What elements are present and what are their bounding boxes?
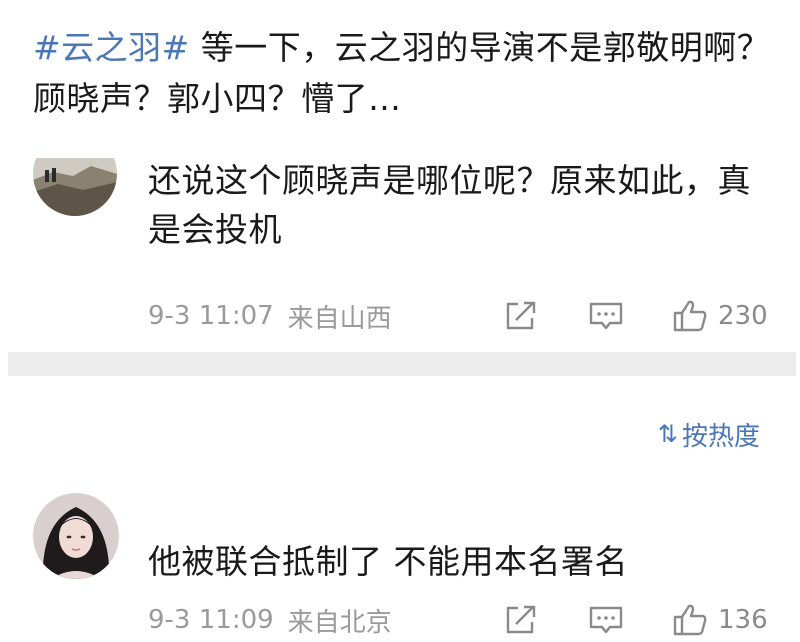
comment-icon xyxy=(589,302,623,330)
comment-time: 9-3 11:07 xyxy=(148,301,274,331)
comment-text: 他被联合抵制了 不能用本名署名 xyxy=(148,542,628,581)
landscape-avatar-image xyxy=(33,158,117,216)
portrait-avatar-image xyxy=(33,493,119,579)
thumbs-up-icon xyxy=(673,300,707,332)
avatar[interactable] xyxy=(33,493,119,579)
like-count: 230 xyxy=(718,301,768,331)
comment-location: 来自山西 xyxy=(287,303,392,334)
thumbs-up-icon xyxy=(673,604,707,636)
sort-label: 按热度 xyxy=(681,421,760,452)
repost-button[interactable] xyxy=(504,600,538,640)
reply-button[interactable] xyxy=(588,296,624,336)
comment-page: #云之羽# 等一下，云之羽的导演不是郭敬明啊？顾晓声？郭小四？懵了… 还说这个顾… xyxy=(0,0,800,642)
hashtag-link[interactable]: #云之羽# xyxy=(33,28,190,67)
avatar[interactable] xyxy=(33,158,117,216)
sort-toggle[interactable]: ⇅ 按热度 xyxy=(658,416,760,452)
like-count: 136 xyxy=(718,605,768,635)
repost-icon xyxy=(506,605,536,634)
comment-location: 来自北京 xyxy=(287,607,392,638)
reply-button[interactable] xyxy=(588,600,624,640)
comment-meta: 9-3 11:09 来自北京 136 xyxy=(148,600,788,640)
section-divider xyxy=(8,352,796,376)
like-button[interactable]: 136 xyxy=(672,600,768,640)
comment-time: 9-3 11:09 xyxy=(148,605,274,635)
repost-button[interactable] xyxy=(504,296,538,336)
sort-icon: ⇅ xyxy=(657,420,678,448)
comment-icon xyxy=(589,606,623,634)
comment-meta: 9-3 11:07 来自山西 230 xyxy=(148,296,788,336)
comment-text: 还说这个顾晓声是哪位呢？原来如此，真是会投机 xyxy=(148,161,751,249)
repost-icon xyxy=(506,301,536,330)
post-text: #云之羽# 等一下，云之羽的导演不是郭敬明啊？顾晓声？郭小四？懵了… xyxy=(33,22,773,124)
like-button[interactable]: 230 xyxy=(672,296,768,336)
